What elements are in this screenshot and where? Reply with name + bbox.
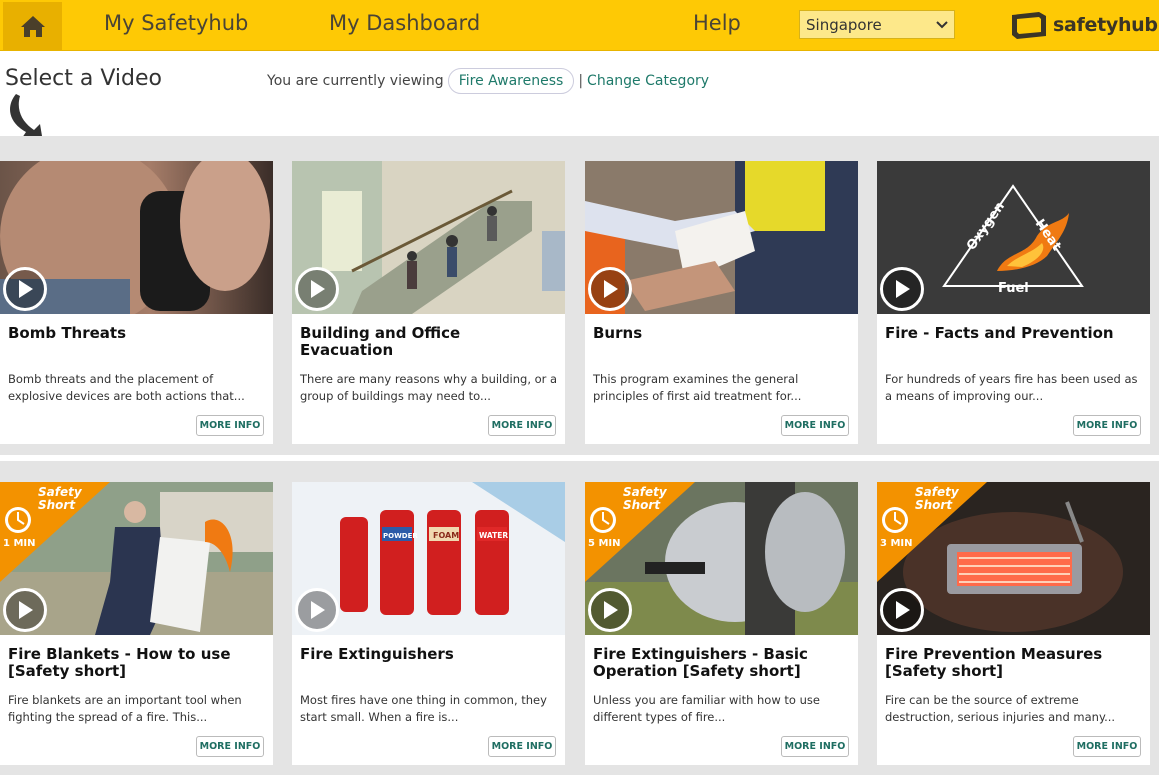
play-icon (311, 601, 325, 619)
video-title[interactable]: Fire Extinguishers (300, 646, 558, 663)
video-card-extinguishers-basic[interactable]: Safety Short 5 MIN Fire Extinguishers - … (585, 482, 858, 765)
nav-my-safetyhub[interactable]: My Safetyhub (104, 11, 248, 35)
play-icon (896, 280, 910, 298)
safetyhub-logo-icon (1012, 12, 1046, 39)
play-icon (604, 280, 618, 298)
video-description: Bomb threats and the placement of explos… (8, 372, 245, 403)
svg-text:1 MIN: 1 MIN (3, 538, 35, 549)
more-info-button[interactable]: MORE INFO (488, 415, 556, 436)
video-card-fire-blankets[interactable]: Safety Short 1 MIN Fire Blankets - How t… (0, 482, 273, 765)
video-title[interactable]: Fire Extinguishers - Basic Operation [Sa… (593, 646, 851, 680)
svg-text:FOAM: FOAM (433, 531, 459, 540)
change-category-link[interactable]: Change Category (587, 73, 709, 89)
more-info-button[interactable]: MORE INFO (781, 415, 849, 436)
video-title[interactable]: Fire Prevention Measures [Safety short] (885, 646, 1143, 680)
svg-text:3 MIN: 3 MIN (880, 538, 912, 549)
chevron-down-icon (936, 20, 948, 28)
svg-text:Short: Short (38, 498, 76, 512)
video-card-bomb-threats[interactable]: Bomb Threats Bomb threats and the placem… (0, 161, 273, 444)
play-button[interactable] (880, 588, 924, 632)
svg-text:Short: Short (623, 498, 661, 512)
video-description: There are many reasons why a building, o… (300, 372, 558, 403)
nav-my-dashboard[interactable]: My Dashboard (329, 11, 480, 35)
video-title[interactable]: Fire - Facts and Prevention (885, 325, 1143, 342)
category-bar: You are currently viewing Fire Awareness… (267, 67, 709, 95)
svg-text:Short: Short (915, 498, 953, 512)
play-button[interactable] (880, 267, 924, 311)
video-description: Most fires have one thing in common, the… (300, 693, 547, 724)
video-card-building-evacuation[interactable]: Building and Office Evacuation There are… (292, 161, 565, 444)
svg-text:WATER: WATER (479, 531, 508, 540)
page-title: Select a Video (5, 66, 162, 91)
region-select-value: Singapore (806, 15, 882, 34)
video-title[interactable]: Building and Office Evacuation (300, 325, 558, 359)
top-nav-bar: My Safetyhub My Dashboard Help Singapore… (0, 0, 1159, 51)
nav-help[interactable]: Help (693, 11, 741, 35)
svg-text:Safety: Safety (915, 485, 960, 499)
viewing-label: You are currently viewing (267, 73, 444, 89)
play-icon (19, 601, 33, 619)
play-icon (19, 280, 33, 298)
svg-text:Safety: Safety (623, 485, 668, 499)
safetyhub-logo[interactable]: safetyhub (1009, 9, 1158, 41)
video-card-fire-prevention[interactable]: Safety Short 3 MIN Fire Prevention Measu… (877, 482, 1150, 765)
brand-name: safetyhub (1053, 14, 1158, 36)
video-description: Unless you are familiar with how to use … (593, 693, 820, 724)
current-category-pill[interactable]: Fire Awareness (447, 68, 575, 94)
video-card-burns[interactable]: Burns This program examines the general … (585, 161, 858, 444)
safety-short-badge: Safety Short 5 MIN (585, 482, 695, 582)
play-button[interactable] (3, 267, 47, 311)
play-button[interactable] (588, 267, 632, 311)
more-info-button[interactable]: MORE INFO (196, 415, 264, 436)
video-description: Fire can be the source of extreme destru… (885, 693, 1116, 724)
region-select[interactable]: Singapore (799, 10, 955, 39)
play-button[interactable] (3, 588, 47, 632)
play-button[interactable] (588, 588, 632, 632)
video-title[interactable]: Bomb Threats (8, 325, 266, 342)
svg-text:POWDER: POWDER (383, 532, 418, 540)
svg-text:Safety: Safety (38, 485, 83, 499)
video-description: Fire blankets are an important tool when… (8, 693, 242, 724)
play-icon (311, 280, 325, 298)
play-icon (604, 601, 618, 619)
separator: | (578, 73, 584, 89)
video-title[interactable]: Burns (593, 325, 851, 342)
play-button[interactable] (295, 588, 339, 632)
play-button[interactable] (295, 267, 339, 311)
more-info-button[interactable]: MORE INFO (781, 736, 849, 757)
safety-short-badge: Safety Short 3 MIN (877, 482, 987, 582)
more-info-button[interactable]: MORE INFO (488, 736, 556, 757)
more-info-button[interactable]: MORE INFO (1073, 415, 1141, 436)
video-card-fire-facts[interactable]: Oxygen Heat Fuel Fire - Facts and Preven… (877, 161, 1150, 444)
more-info-button[interactable]: MORE INFO (1073, 736, 1141, 757)
home-button[interactable] (3, 2, 62, 50)
svg-text:5 MIN: 5 MIN (588, 538, 620, 549)
video-card-fire-extinguishers[interactable]: POWDER FOAM WATER Fire Extinguishers Mos… (292, 482, 565, 765)
more-info-button[interactable]: MORE INFO (196, 736, 264, 757)
home-icon (20, 16, 45, 37)
safety-short-badge: Safety Short 1 MIN (0, 482, 110, 582)
fuel-label: Fuel (998, 281, 1029, 296)
play-icon (896, 601, 910, 619)
video-description: This program examines the general princi… (593, 372, 802, 403)
video-title[interactable]: Fire Blankets - How to use [Safety short… (8, 646, 266, 680)
video-description: For hundreds of years fire has been used… (885, 372, 1138, 403)
